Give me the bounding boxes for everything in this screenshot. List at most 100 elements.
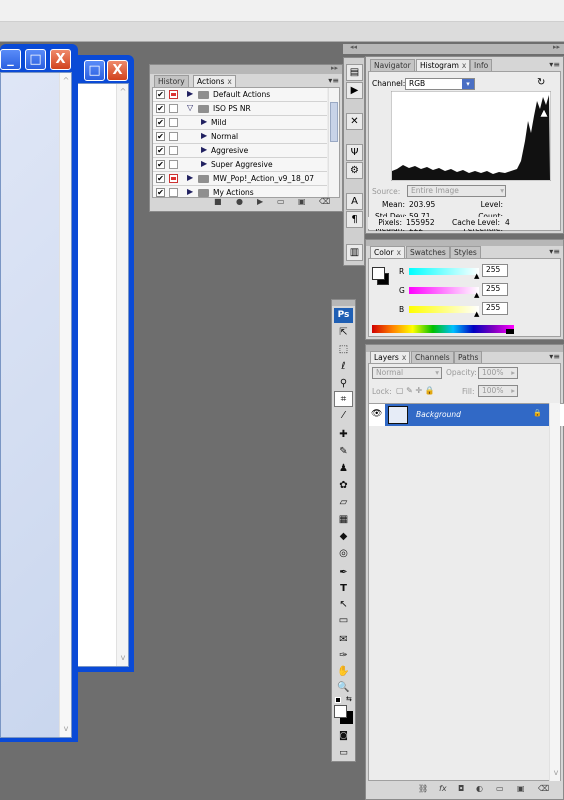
tab-info[interactable]: Info bbox=[470, 59, 493, 71]
slider-handle-icon[interactable]: ▲ bbox=[474, 272, 479, 280]
eraser-tool-icon[interactable]: ▱ bbox=[334, 495, 353, 511]
scroll-down-icon[interactable]: v bbox=[61, 723, 71, 735]
minimize-icon[interactable]: _ bbox=[0, 49, 21, 70]
new-group-icon[interactable]: ▭ bbox=[496, 784, 504, 793]
layer-mask-icon[interactable]: ◘ bbox=[458, 784, 464, 793]
layer-comps-icon[interactable]: ▥ bbox=[346, 244, 363, 261]
dodge-tool-icon[interactable]: ◎ bbox=[334, 546, 353, 562]
brush-tool-icon[interactable]: ✎ bbox=[334, 444, 353, 460]
quick-selection-tool-icon[interactable]: ⚲ bbox=[334, 376, 353, 392]
link-layers-icon[interactable]: ⛓ bbox=[418, 784, 428, 793]
screen-mode-icon[interactable]: ▭ bbox=[334, 745, 353, 761]
actions-icon[interactable]: ▶ bbox=[346, 82, 363, 99]
maximize-icon[interactable]: □ bbox=[25, 49, 46, 70]
vertical-scrollbar[interactable]: ^ v bbox=[59, 73, 71, 737]
close-icon[interactable]: x bbox=[397, 248, 401, 257]
panel-menu-icon[interactable]: ▾≡ bbox=[549, 60, 560, 69]
eye-icon[interactable]: 👁 bbox=[371, 409, 382, 419]
dialog-toggle-icon[interactable] bbox=[169, 104, 178, 113]
scroll-down-icon[interactable]: v bbox=[118, 652, 128, 664]
document-window-front[interactable]: _ □ X ^ v bbox=[0, 44, 78, 742]
tab-channels[interactable]: Channels bbox=[411, 351, 454, 363]
dialog-toggle-icon[interactable] bbox=[169, 132, 178, 141]
slice-tool-icon[interactable]: ⁄ bbox=[334, 408, 353, 424]
fill-input[interactable]: 100% ▸ bbox=[478, 385, 518, 397]
stop-icon[interactable]: ■ bbox=[214, 197, 222, 206]
lasso-tool-icon[interactable]: ℓ bbox=[334, 359, 353, 375]
expand-triangle-icon[interactable]: ▶ bbox=[187, 89, 193, 98]
zoom-tool-icon[interactable]: 🔍 bbox=[334, 680, 353, 696]
blue-slider[interactable] bbox=[409, 306, 479, 313]
panel-dock-bar[interactable]: ▸▸ bbox=[150, 64, 342, 74]
expand-triangle-icon[interactable]: ▶ bbox=[201, 117, 207, 126]
tab-paths[interactable]: Paths bbox=[454, 351, 483, 363]
shape-tool-icon[interactable]: ▭ bbox=[334, 613, 353, 629]
layers-scrollbar[interactable]: v bbox=[549, 403, 560, 781]
tool-presets-icon[interactable]: ✕ bbox=[346, 113, 363, 130]
slider-handle-icon[interactable]: ▲ bbox=[474, 291, 479, 299]
scroll-up-icon[interactable]: ^ bbox=[61, 75, 71, 87]
brushes-icon[interactable]: Ψ bbox=[346, 144, 363, 161]
action-row[interactable]: ✔ ▶ Mild bbox=[153, 116, 327, 130]
action-set-row[interactable]: ✔ ▶ Default Actions bbox=[153, 88, 327, 102]
tab-color[interactable]: Color x bbox=[370, 246, 406, 258]
history-brush-icon[interactable]: ✿ bbox=[334, 478, 353, 494]
eyedropper-tool-icon[interactable]: ✑ bbox=[334, 648, 353, 664]
record-icon[interactable]: ● bbox=[236, 197, 243, 206]
history-icon[interactable]: ▤ bbox=[346, 64, 363, 81]
swap-colors-icon[interactable]: ⇆ bbox=[346, 695, 352, 703]
lock-options-icon[interactable]: ▢ ✎ ✛ 🔒 bbox=[396, 386, 435, 395]
blue-value-input[interactable]: 255 bbox=[482, 302, 508, 315]
pen-tool-icon[interactable]: ✒ bbox=[334, 565, 353, 581]
trash-icon[interactable]: ⌫ bbox=[538, 784, 549, 793]
scroll-up-icon[interactable]: ^ bbox=[118, 86, 128, 98]
panel-menu-icon[interactable]: ▾≡ bbox=[549, 247, 560, 256]
document-window-back[interactable]: □ X ^ v bbox=[70, 55, 134, 672]
collapse-right-icon[interactable]: ▸▸ bbox=[553, 43, 560, 51]
dialog-toggle-icon[interactable] bbox=[169, 188, 178, 197]
tab-navigator[interactable]: Navigator bbox=[370, 59, 415, 71]
dialog-toggle-icon[interactable] bbox=[169, 146, 178, 155]
green-value-input[interactable]: 255 bbox=[482, 283, 508, 296]
action-row[interactable]: ✔ ▶ Normal bbox=[153, 130, 327, 144]
close-icon[interactable]: x bbox=[402, 353, 406, 362]
notes-tool-icon[interactable]: ✉ bbox=[334, 632, 353, 648]
tab-layers[interactable]: Layers x bbox=[370, 351, 411, 363]
source-select[interactable]: Entire Image ▾ bbox=[407, 185, 506, 197]
dialog-toggle-icon[interactable] bbox=[169, 90, 178, 99]
channel-select[interactable]: RGB ▾ bbox=[405, 78, 475, 90]
slider-handle-icon[interactable]: ▲ bbox=[474, 310, 479, 318]
expand-triangle-icon[interactable]: ▶ bbox=[187, 173, 193, 182]
panel-menu-icon[interactable]: ▾≡ bbox=[549, 352, 560, 361]
foreground-color-swatch[interactable] bbox=[372, 267, 385, 280]
marquee-tool-icon[interactable]: ⬚ bbox=[334, 342, 353, 358]
panel-menu-icon[interactable]: ▾≡ bbox=[328, 76, 339, 85]
foreground-color-box[interactable] bbox=[334, 705, 347, 718]
dialog-toggle-icon[interactable] bbox=[169, 174, 178, 183]
tab-histogram[interactable]: Histogram x bbox=[416, 59, 471, 71]
maximize-icon[interactable]: □ bbox=[84, 60, 105, 81]
check-icon[interactable]: ✔ bbox=[156, 146, 165, 155]
clone-source-icon[interactable]: ⚙ bbox=[346, 162, 363, 179]
new-set-icon[interactable]: ▭ bbox=[277, 197, 285, 206]
check-icon[interactable]: ✔ bbox=[156, 104, 165, 113]
document-canvas-front[interactable]: ^ v bbox=[0, 72, 72, 738]
close-icon[interactable]: X bbox=[50, 49, 71, 70]
new-action-icon[interactable]: ▣ bbox=[298, 197, 306, 206]
layer-row[interactable]: 👁 Background 🔒 bbox=[369, 403, 564, 426]
expand-triangle-icon[interactable]: ▶ bbox=[201, 131, 207, 140]
dialog-toggle-icon[interactable] bbox=[169, 160, 178, 169]
close-icon[interactable]: x bbox=[227, 77, 231, 86]
color-ramp-black[interactable] bbox=[506, 329, 514, 334]
character-icon[interactable]: A bbox=[346, 193, 363, 210]
dialog-toggle-icon[interactable] bbox=[169, 118, 178, 127]
document-canvas-back[interactable]: ^ v bbox=[75, 83, 129, 667]
quick-mask-icon[interactable]: ◙ bbox=[334, 728, 353, 744]
healing-brush-icon[interactable]: ✚ bbox=[334, 427, 353, 443]
action-row[interactable]: ✔ ▶ Super Aggresive bbox=[153, 158, 327, 172]
action-row[interactable]: ✔ ▶ Aggresive bbox=[153, 144, 327, 158]
blur-tool-icon[interactable]: ◆ bbox=[334, 529, 353, 545]
collapse-triangle-icon[interactable]: ▽ bbox=[187, 103, 193, 112]
ps-logo[interactable]: Ps bbox=[334, 308, 353, 323]
collapse-icon[interactable]: ▸▸ bbox=[331, 64, 338, 72]
